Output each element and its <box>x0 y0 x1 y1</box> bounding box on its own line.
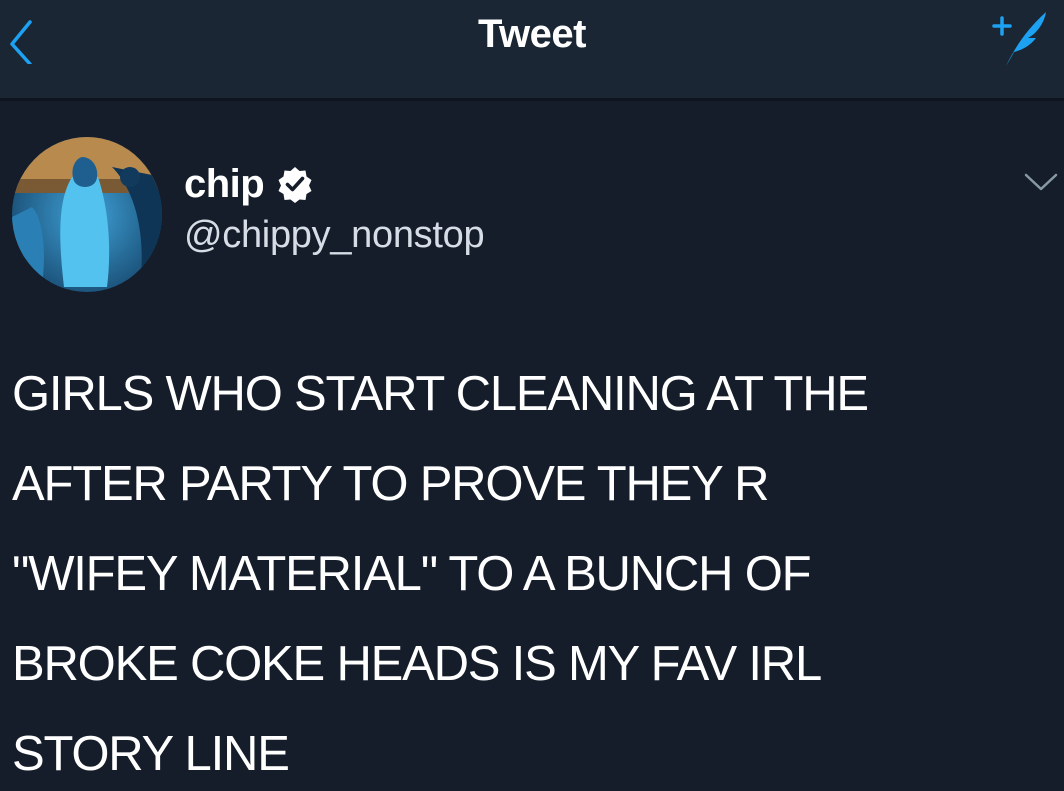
tweet-text-line: AFTER PARTY TO PROVE THEY R <box>12 457 770 511</box>
compose-tweet-icon <box>992 12 1046 66</box>
avatar[interactable] <box>12 137 162 292</box>
tweet-text-line: GIRLS WHO START CLEANING AT THE <box>12 367 869 421</box>
tweet-detail: chip @chippy_nonstop GIRLS WHO START CLE… <box>0 101 1064 791</box>
page-title: Tweet <box>478 12 586 56</box>
author-name-row[interactable]: chip <box>184 159 314 209</box>
tweet-text-line: BROKE COKE HEADS IS MY FAV IRL <box>12 637 822 691</box>
author-handle[interactable]: @chippy_nonstop <box>184 214 485 257</box>
tweet-menu-button[interactable] <box>1022 169 1060 197</box>
navigation-bar: Tweet <box>0 0 1064 101</box>
verified-badge-icon <box>278 167 312 203</box>
tweet-text-line: STORY LINE <box>12 727 290 781</box>
display-name[interactable]: chip <box>184 162 265 207</box>
tweet-text-line: "WIFEY MATERIAL" TO A BUNCH OF <box>12 547 812 601</box>
tweet-text: GIRLS WHO START CLEANING AT THE AFTER PA… <box>12 349 1057 791</box>
chevron-down-icon <box>1024 173 1058 191</box>
compose-tweet-button[interactable] <box>984 4 1052 74</box>
